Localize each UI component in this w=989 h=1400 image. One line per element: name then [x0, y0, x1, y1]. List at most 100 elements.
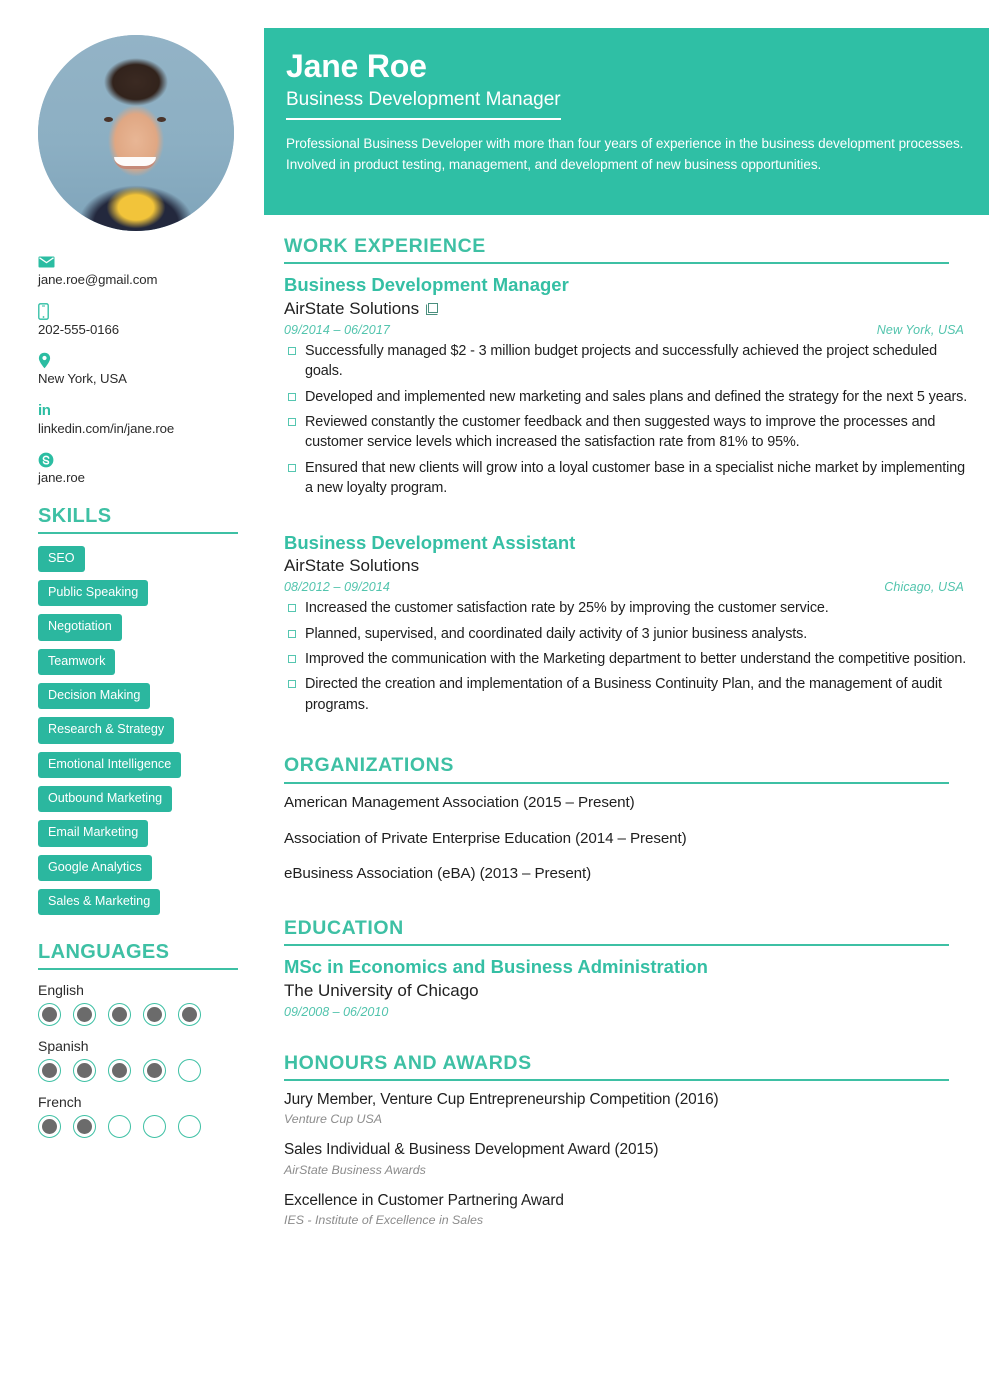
job-location: New York, USA: [876, 322, 964, 337]
email-value[interactable]: jane.roe@gmail.com: [38, 272, 238, 289]
skill-tag[interactable]: Negotiation: [38, 614, 122, 641]
header-job-title: Business Development Manager: [286, 88, 561, 121]
languages-list: English Spanish French: [38, 982, 238, 1139]
job-entry: Business Development Assistant AirState …: [284, 531, 970, 715]
contact-item-phone: 202-555-0166: [38, 302, 238, 339]
rating-dot: [73, 1059, 96, 1083]
skill-tag[interactable]: Teamwork: [38, 648, 116, 675]
job-dates: 08/2012 – 09/2014: [284, 580, 390, 595]
rating-dot: [73, 1115, 96, 1139]
skills-heading: SKILLS: [38, 504, 112, 527]
language-item: English: [38, 982, 238, 1027]
rating-dot: [143, 1003, 166, 1027]
language-name: Spanish: [38, 1038, 89, 1055]
language-rating: [38, 1059, 238, 1083]
page-title: Jane Roe: [286, 48, 427, 84]
contact-item-email: jane.roe@gmail.com: [38, 253, 238, 289]
award-entry: Sales Individual & Business Development …: [284, 1140, 970, 1177]
organization-item: eBusiness Association (eBA) (2013 – Pres…: [284, 865, 592, 883]
rating-dot: [38, 1115, 61, 1139]
language-name: English: [38, 982, 84, 999]
skill-tag[interactable]: Google Analytics: [38, 854, 152, 882]
rating-dot: [108, 1059, 131, 1083]
job-bullet: Directed the creation and implementation…: [284, 674, 970, 715]
organizations-heading: ORGANIZATIONS: [284, 754, 454, 777]
rating-dot: [178, 1115, 201, 1139]
job-bullet: Ensured that new clients will grow into …: [284, 458, 970, 499]
award-title: Sales Individual & Business Development …: [284, 1141, 659, 1159]
skill-tag[interactable]: Outbound Marketing: [38, 786, 173, 813]
languages-divider: [38, 968, 238, 971]
rating-dot: [178, 1059, 201, 1083]
language-item: Spanish: [38, 1038, 238, 1083]
job-bullet: Reviewed constantly the customer feedbac…: [284, 412, 970, 453]
award-subtitle: Venture Cup USA: [284, 1112, 383, 1127]
phone-value[interactable]: 202-555-0166: [38, 322, 238, 339]
rating-dot: [38, 1003, 61, 1027]
linkedin-value[interactable]: linkedin.com/in/jane.roe: [38, 421, 238, 438]
award-subtitle: IES - Institute of Excellence in Sales: [284, 1213, 484, 1228]
job-bullets: Increased the customer satisfaction rate…: [284, 598, 970, 715]
job-bullet: Successfully managed $2 - 3 million budg…: [284, 341, 970, 382]
language-item: French: [38, 1094, 238, 1139]
job-meta: 08/2012 – 09/2014 Chicago, USA: [284, 580, 970, 594]
education-heading: EDUCATION: [284, 917, 404, 939]
organizations-divider: [284, 781, 949, 784]
job-title: Business Development Manager: [284, 274, 569, 296]
languages-heading: LANGUAGES: [38, 941, 170, 964]
skill-tag[interactable]: Public Speaking: [38, 579, 149, 607]
skill-tag[interactable]: Research & Strategy: [38, 717, 175, 744]
skill-tag[interactable]: Emotional Intelligence: [38, 751, 182, 779]
organization-item: Association of Private Enterprise Educat…: [284, 829, 687, 847]
skills-divider: [38, 531, 238, 534]
skill-tag[interactable]: Sales & Marketing: [38, 889, 161, 916]
contact-item-location: New York, USA: [38, 352, 238, 388]
award-title: Excellence in Customer Partnering Award: [284, 1191, 564, 1209]
education-entry: MSc in Economics and Business Administra…: [284, 955, 970, 1018]
rating-dot: [143, 1059, 166, 1083]
work-experience-heading: WORK EXPERIENCE: [284, 235, 486, 257]
job-dates: 09/2014 – 06/2017: [284, 322, 390, 337]
external-link-icon[interactable]: [426, 302, 439, 315]
contact-list: jane.roe@gmail.com 202-555-0166 New York…: [38, 253, 238, 487]
education-dates: 09/2008 – 06/2010: [284, 1004, 389, 1019]
award-entry: Excellence in Customer Partnering Award …: [284, 1191, 970, 1228]
job-entry: Business Development Manager AirState So…: [284, 273, 970, 498]
skype-icon: [38, 451, 238, 468]
language-name: French: [38, 1094, 82, 1111]
mobile-phone-icon: [38, 302, 238, 320]
job-company: AirState Solutions: [284, 298, 970, 320]
skill-tag[interactable]: Decision Making: [38, 682, 151, 710]
rating-dot: [108, 1003, 131, 1027]
honours-divider: [284, 1079, 949, 1082]
location-pin-icon: [38, 352, 238, 369]
avatar-eyes: [96, 117, 176, 124]
language-rating: [38, 1003, 238, 1027]
resume-page: jane.roe@gmail.com 202-555-0166 New York…: [0, 0, 989, 1400]
sidebar: jane.roe@gmail.com 202-555-0166 New York…: [0, 0, 264, 1400]
skill-tag[interactable]: Email Marketing: [38, 820, 149, 847]
skill-tag[interactable]: SEO: [38, 545, 85, 572]
job-title: Business Development Assistant: [284, 531, 576, 553]
job-company-name: AirState Solutions: [284, 298, 420, 318]
avatar: [38, 35, 234, 231]
linkedin-icon: in: [38, 401, 51, 419]
rating-dot: [178, 1003, 201, 1027]
avatar-mouth: [114, 157, 156, 169]
education-school: The University of Chicago: [284, 980, 479, 1000]
contact-item-linkedin: in linkedin.com/in/jane.roe: [38, 402, 238, 438]
job-location: Chicago, USA: [884, 580, 964, 595]
header-banner: Jane Roe Business Development Manager Pr…: [264, 28, 989, 215]
honours-heading: HONOURS AND AWARDS: [284, 1051, 532, 1074]
award-entry: Jury Member, Venture Cup Entrepreneurshi…: [284, 1090, 970, 1127]
rating-dot: [73, 1003, 96, 1027]
skype-value[interactable]: jane.roe: [38, 470, 238, 487]
avatar-photo: [38, 35, 234, 231]
language-rating: [38, 1115, 238, 1139]
job-company-name: AirState Solutions: [284, 555, 420, 575]
award-title: Jury Member, Venture Cup Entrepreneurshi…: [284, 1091, 719, 1109]
